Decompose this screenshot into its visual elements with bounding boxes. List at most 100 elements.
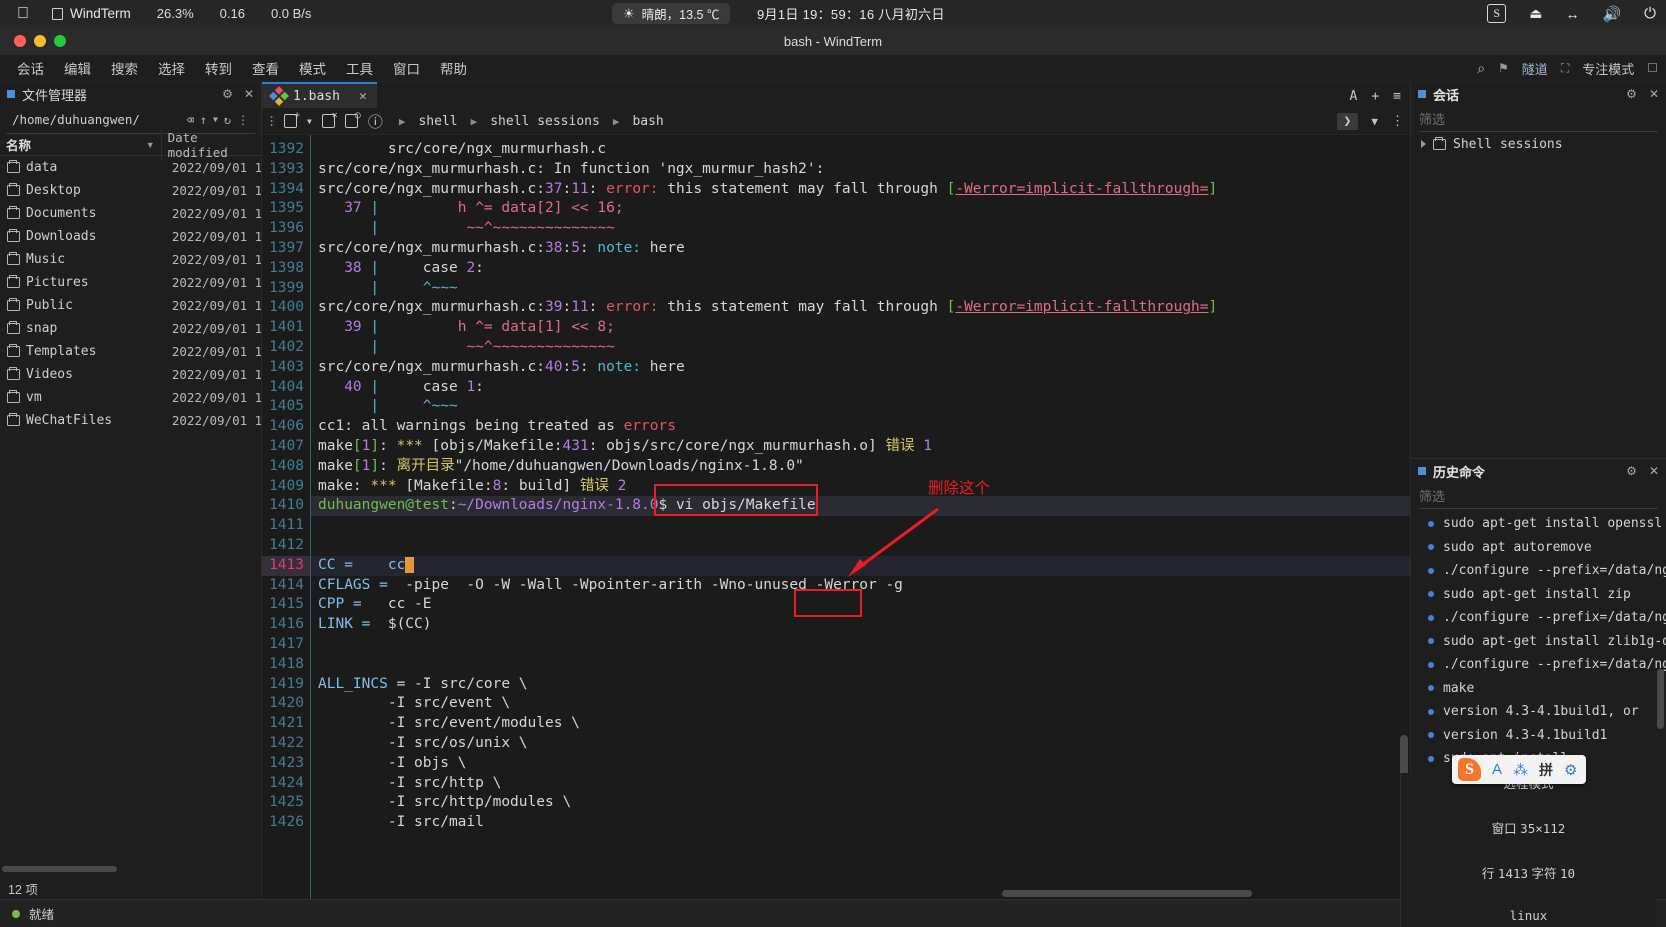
expand-triangle-icon[interactable] [1421, 140, 1426, 148]
breadcrumb-shell[interactable]: shell [414, 113, 461, 130]
terminal-line: src/core/ngx_murmurhash.c: In function '… [310, 160, 1410, 180]
more-options-icon[interactable]: ⋮ [237, 113, 249, 127]
history-close-icon[interactable]: ✕ [1649, 464, 1659, 478]
ime-mode-letter[interactable]: A [1492, 761, 1502, 778]
sessions-close-icon[interactable]: ✕ [1649, 87, 1659, 101]
reopen-tab-icon[interactable]: ○ [344, 110, 361, 128]
toolbar-drag-grip[interactable] [270, 114, 274, 128]
active-app-indicator[interactable]: WindTerm [52, 6, 131, 21]
breadcrumb-shell-sessions[interactable]: shell sessions [486, 113, 604, 130]
history-scrollbar[interactable] [1657, 669, 1664, 729]
tab-1-bash[interactable]: 1.bash ✕ [262, 82, 377, 108]
toolbar-more-icon[interactable]: ⋮ [1391, 114, 1404, 129]
terminal-text-span: cc1 [318, 418, 345, 435]
column-header-name[interactable]: 名称 ▼ [0, 135, 161, 154]
menu-item-session[interactable]: 会话 [8, 58, 53, 78]
history-dropdown-icon[interactable]: ▼ [213, 115, 218, 124]
voice-icon[interactable]: ⁂ [1513, 761, 1528, 779]
history-command-item[interactable]: version 4.3-4.1build1 [1411, 724, 1666, 748]
refresh-icon[interactable]: ↻ [224, 113, 231, 127]
gear-icon[interactable]: ⚙ [1564, 761, 1577, 779]
ime-pinyin-label[interactable]: 拼 [1539, 760, 1553, 780]
file-list-item[interactable]: Downloads 2022/09/01 1 [0, 225, 261, 248]
volume-icon[interactable]: 🔊 [1602, 5, 1621, 23]
menu-item-help[interactable]: 帮助 [431, 58, 476, 78]
menu-item-goto[interactable]: 转到 [196, 58, 241, 78]
close-tab-icon[interactable]: × [321, 110, 338, 128]
focus-mode-icon[interactable]: ⛶ [1561, 61, 1569, 76]
history-command-item[interactable]: make [1411, 677, 1666, 701]
info-icon[interactable]: ⓘ [368, 111, 383, 132]
resize-icon[interactable]: ↔ [1565, 6, 1579, 22]
file-list-item[interactable]: Music 2022/09/01 1 [0, 248, 261, 271]
search-icon[interactable]: ⌕ [1477, 60, 1485, 77]
menu-item-search[interactable]: 搜索 [102, 58, 147, 78]
new-tab-dropdown-icon[interactable]: ▼ [307, 117, 312, 126]
breadcrumb-bash[interactable]: bash [628, 113, 667, 130]
explorer-settings-gear-icon[interactable]: ⚙ [222, 87, 233, 101]
apple-logo-icon[interactable]:  [14, 5, 32, 22]
eject-icon[interactable]: ⏏ [1529, 5, 1542, 22]
add-tab-button[interactable]: + [1371, 89, 1379, 104]
menu-item-tools[interactable]: 工具 [337, 58, 382, 78]
layout-icon[interactable]: ☐ [1647, 61, 1658, 75]
tunnel-flag-icon[interactable]: ⚑ [1498, 61, 1509, 75]
history-filter-input[interactable]: 筛选 [1419, 483, 1658, 509]
sessions-tree-item-shell-sessions[interactable]: Shell sessions [1411, 132, 1666, 156]
sogou-logo-icon[interactable]: S [1458, 758, 1481, 781]
file-list-item[interactable]: WeChatFiles 2022/09/01 1 [0, 409, 261, 432]
file-list[interactable]: data 2022/09/01 1 Desktop 2022/09/01 1 Docum… [0, 156, 261, 864]
file-list-item[interactable]: Pictures 2022/09/01 1 [0, 271, 261, 294]
history-settings-gear-icon[interactable]: ⚙ [1626, 464, 1637, 478]
history-command-item[interactable]: ./configure --prefix=/data/ngin [1411, 606, 1666, 630]
menu-item-mode[interactable]: 模式 [290, 58, 335, 78]
history-command-item[interactable]: ./configure --prefix=/data/ngin [1411, 653, 1666, 677]
tab-close-icon[interactable]: ✕ [359, 89, 367, 104]
history-command-item[interactable]: sudo apt autoremove [1411, 536, 1666, 560]
history-command-item[interactable]: sudo apt-get install openssl lib [1411, 512, 1666, 536]
history-command-item[interactable]: sudo apt-get install zip [1411, 583, 1666, 607]
clear-path-icon[interactable]: ⌫ [186, 113, 193, 127]
focus-mode-label[interactable]: 专注模式 [1582, 59, 1634, 78]
history-command-item[interactable]: ./configure --prefix=/data/ngin [1411, 559, 1666, 583]
run-command-icon[interactable]: ❯ [1336, 112, 1359, 130]
sogou-ime-bar[interactable]: S A ⁂ 拼 ⚙ [1452, 755, 1587, 784]
file-list-item[interactable]: vm 2022/09/01 1 [0, 386, 261, 409]
tunnel-label[interactable]: 隧道 [1522, 59, 1548, 78]
sogou-icon[interactable]: S [1487, 4, 1507, 23]
terminal-horizontal-scrollbar[interactable] [1002, 890, 1252, 897]
history-command-item[interactable]: version 4.3-4.1build1, or [1411, 700, 1666, 724]
menu-item-view[interactable]: 查看 [243, 58, 288, 78]
tab-menu-button[interactable]: ≡ [1393, 89, 1401, 104]
sessions-filter-input[interactable]: 筛选 [1419, 106, 1658, 132]
history-command-item[interactable]: sudo apt-get install zlib1g-dev [1411, 630, 1666, 654]
chevron-down-icon[interactable]: ▼ [1371, 115, 1378, 128]
file-list-item[interactable]: Templates 2022/09/01 1 [0, 340, 261, 363]
terminal-line: src/core/ngx_murmurhash.c:38:5: note: he… [310, 239, 1410, 259]
terminal-view[interactable]: 1392 1393 1394 1395 1396 1397 1398 1399 1400 1401… [262, 135, 1410, 899]
status-os[interactable]: linux [1510, 908, 1548, 923]
file-name-label: Music [26, 252, 66, 267]
new-tab-icon[interactable]: + [284, 110, 300, 128]
sessions-settings-gear-icon[interactable]: ⚙ [1626, 87, 1637, 101]
file-list-item[interactable]: Public 2022/09/01 1 [0, 294, 261, 317]
explorer-close-icon[interactable]: ✕ [244, 87, 254, 101]
file-list-item[interactable]: Videos 2022/09/01 1 [0, 363, 261, 386]
weather-widget[interactable]: ☀ 晴朗，13.5 ℃ [612, 3, 731, 24]
status-cursor-position[interactable]: 行 1413 字符 10 [1482, 863, 1575, 882]
file-list-item[interactable]: Documents 2022/09/01 1 [0, 202, 261, 225]
menu-item-window[interactable]: 窗口 [384, 58, 429, 78]
parent-folder-icon[interactable]: ↑ [200, 113, 207, 127]
file-list-item[interactable]: Desktop 2022/09/01 1 [0, 179, 261, 202]
status-window-size[interactable]: 窗口 35×112 [1492, 818, 1566, 837]
menu-item-edit[interactable]: 编辑 [55, 58, 100, 78]
file-list-item[interactable]: snap 2022/09/01 1 [0, 317, 261, 340]
file-list-item[interactable]: data 2022/09/01 1 [0, 156, 261, 179]
cpu-usage: 26.3% [156, 6, 194, 21]
power-icon[interactable]: ⏻ [1644, 5, 1656, 22]
menu-item-select[interactable]: 选择 [149, 58, 194, 78]
terminal-text-span: src/core/ngx_murmurhash.c [318, 160, 537, 177]
font-size-button[interactable]: A [1350, 89, 1358, 104]
explorer-horizontal-scrollbar[interactable] [2, 864, 259, 874]
column-header-date[interactable]: Date modified [160, 129, 261, 160]
